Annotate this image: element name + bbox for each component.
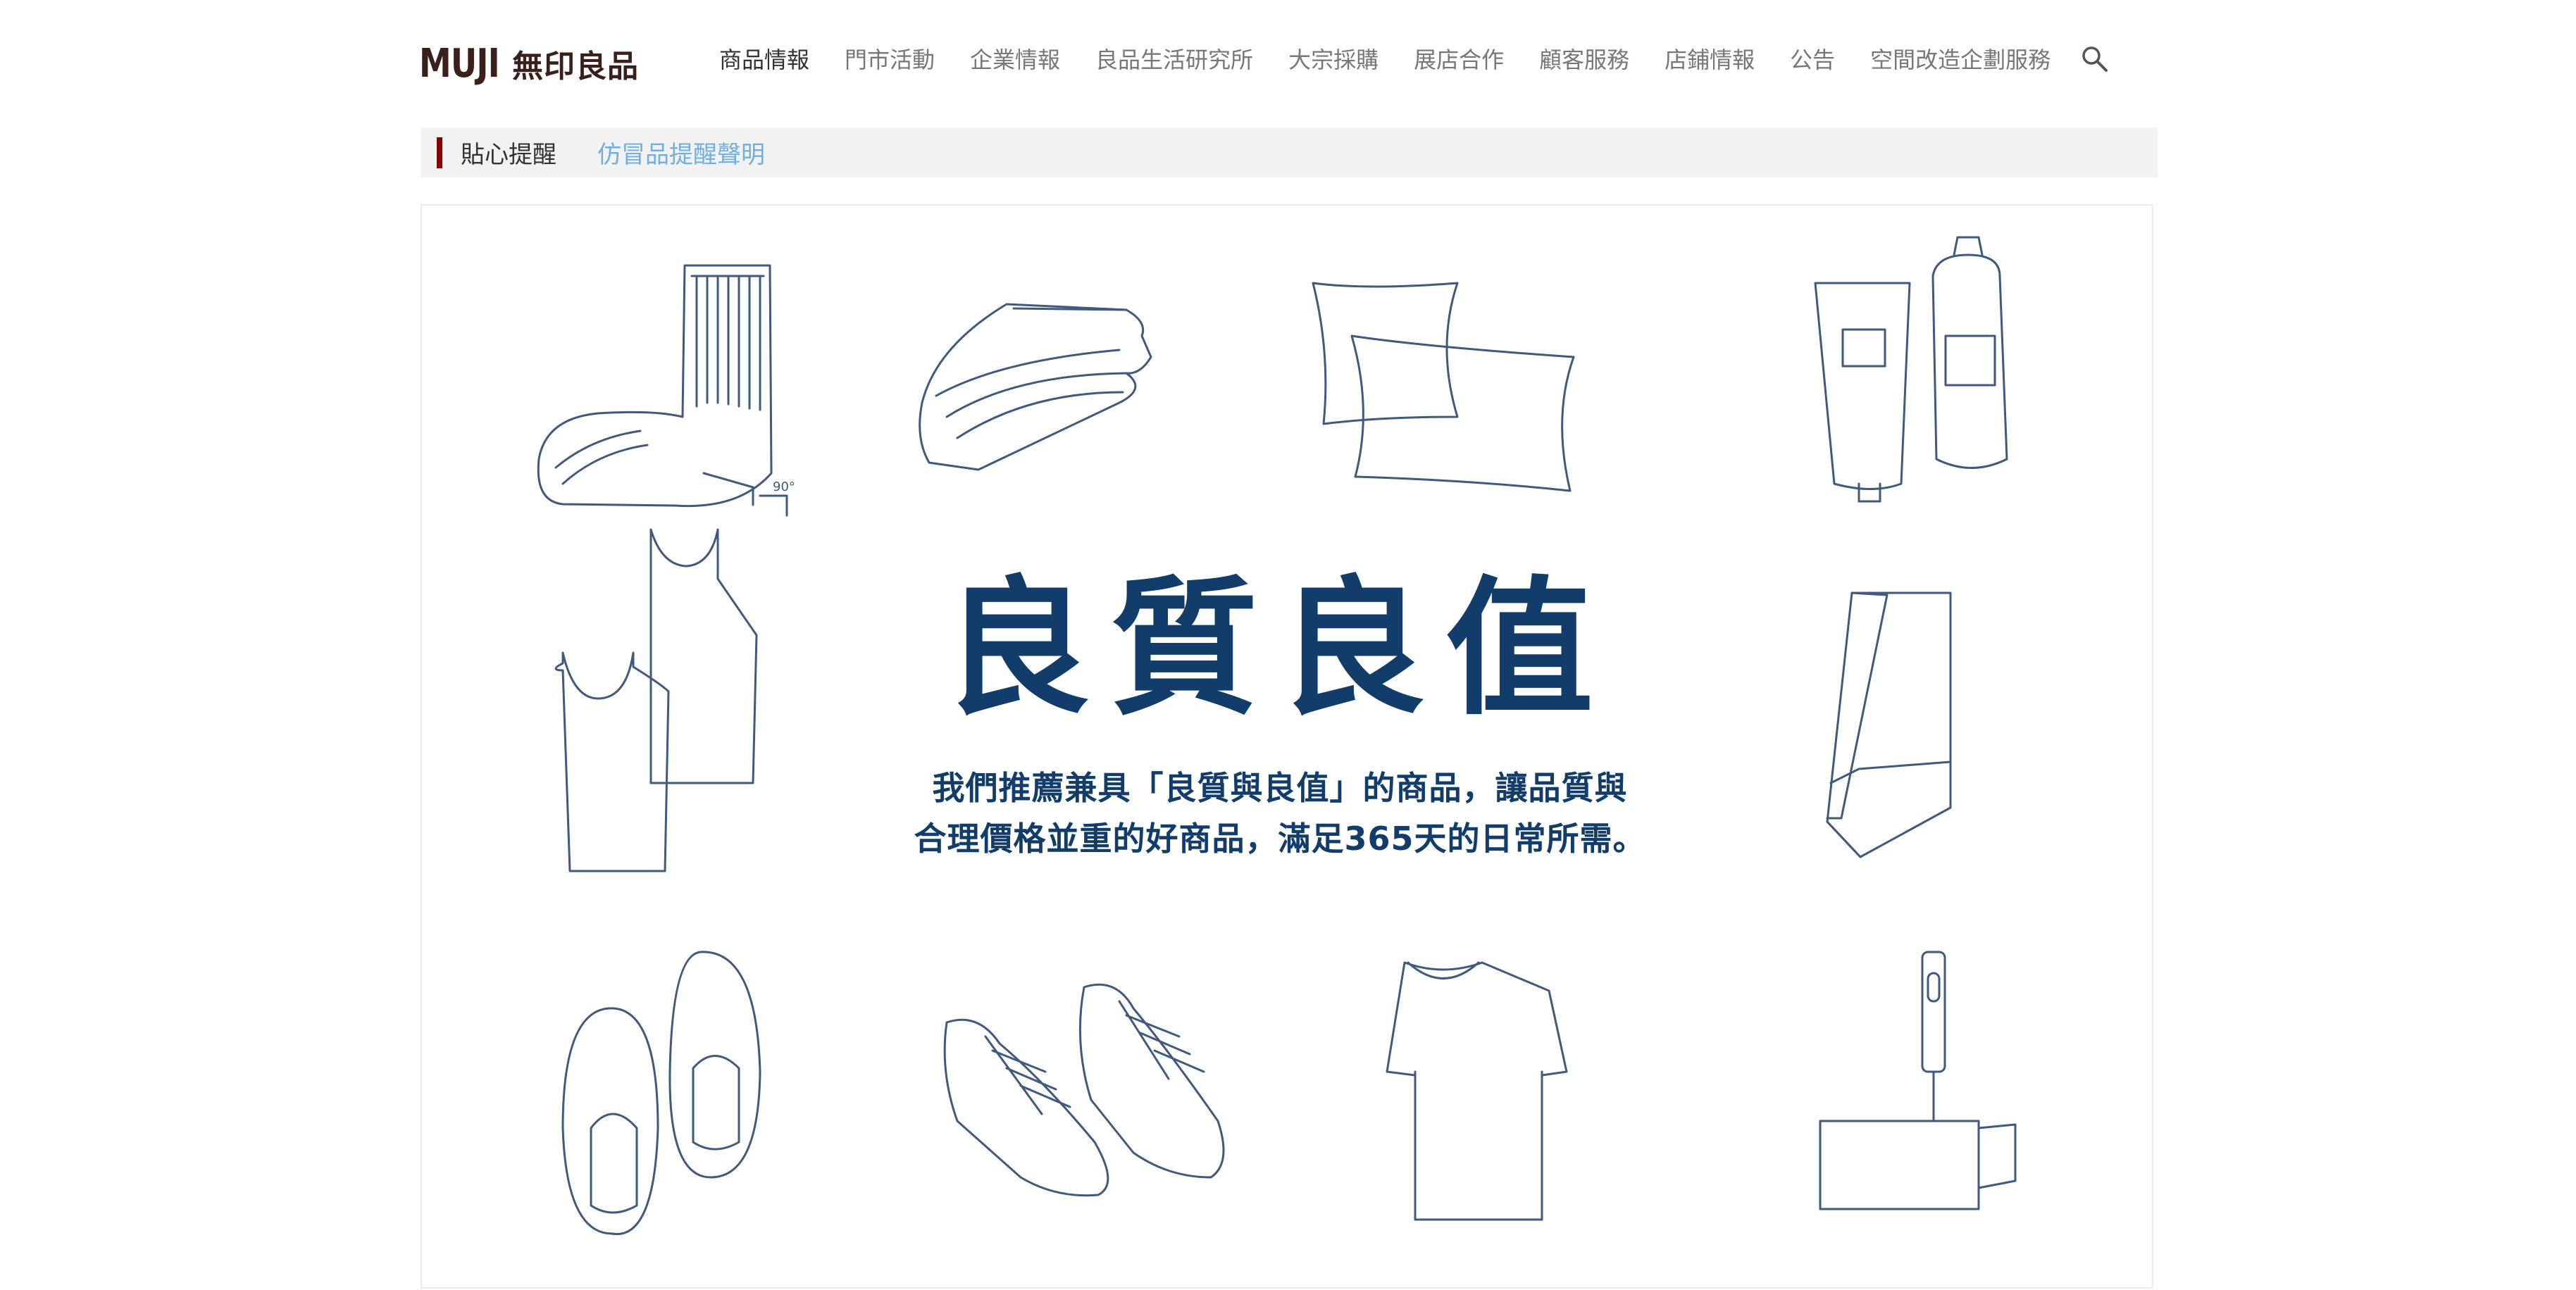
sock-angle-label: 90° — [773, 480, 795, 494]
nav-item-store-info[interactable]: 店鋪情報 — [1665, 42, 1755, 77]
site-header: MUJI 無印良品 商品情報 門市活動 企業情報 良品生活研究所 大宗採購 展店… — [0, 0, 2576, 120]
pillows-illustration — [1312, 282, 1575, 492]
main-nav: 商品情報 門市活動 企業情報 良品生活研究所 大宗採購 展店合作 顧客服務 店鋪… — [719, 42, 2086, 77]
sneakers-illustration — [943, 983, 1225, 1197]
nav-item-space-planning[interactable]: 空間改造企劃服務 — [1870, 42, 2051, 77]
logo-text-jp: 無印良品 — [512, 49, 639, 84]
nav-item-company[interactable]: 企業情報 — [970, 42, 1060, 77]
notice-bar: 貼心提醒 仿冒品提醒聲明 — [421, 127, 2158, 177]
notice-accent-bar — [437, 137, 442, 168]
slippers-illustration — [561, 951, 761, 1236]
nav-item-announcements[interactable]: 公告 — [1790, 42, 1835, 77]
counterfeit-notice-link[interactable]: 仿冒品提醒聲明 — [597, 135, 765, 170]
logo-text-en: MUJI — [419, 41, 500, 87]
nav-item-store-partnership[interactable]: 展店合作 — [1414, 42, 1504, 77]
t-shirt-illustration — [1386, 961, 1568, 1221]
muji-logo[interactable]: MUJI 無印良品 — [419, 41, 639, 87]
notice-label: 貼心提醒 — [461, 141, 556, 169]
skincare-bottles-illustration — [1814, 236, 2008, 503]
search-icon[interactable] — [2079, 44, 2110, 75]
banner-subtitle-line1: 我們推薦兼具「良質與良值」的商品，讓品質與 — [932, 769, 1628, 807]
sock-illustration: 90° — [537, 264, 795, 517]
nav-item-bulk-purchase[interactable]: 大宗採購 — [1288, 42, 1379, 77]
banner-subtitle-line2: 合理價格並重的好商品，滿足365天的日常所需。 — [914, 820, 1646, 858]
nav-item-products[interactable]: 商品情報 — [719, 42, 809, 77]
hero-banner[interactable]: 90° 良質良值 我們推薦兼具「良質與良值」的商品，讓品質與 合理價格並重的好商… — [421, 204, 2153, 1289]
banner-title: 良質良值 — [942, 563, 1613, 735]
towel-illustration — [919, 303, 1152, 471]
nav-item-customer-service[interactable]: 顧客服務 — [1539, 42, 1629, 77]
lint-roller-illustration — [1819, 951, 2017, 1210]
nav-item-store-events[interactable]: 門市活動 — [845, 42, 935, 77]
nav-item-lab[interactable]: 良品生活研究所 — [1095, 42, 1253, 77]
